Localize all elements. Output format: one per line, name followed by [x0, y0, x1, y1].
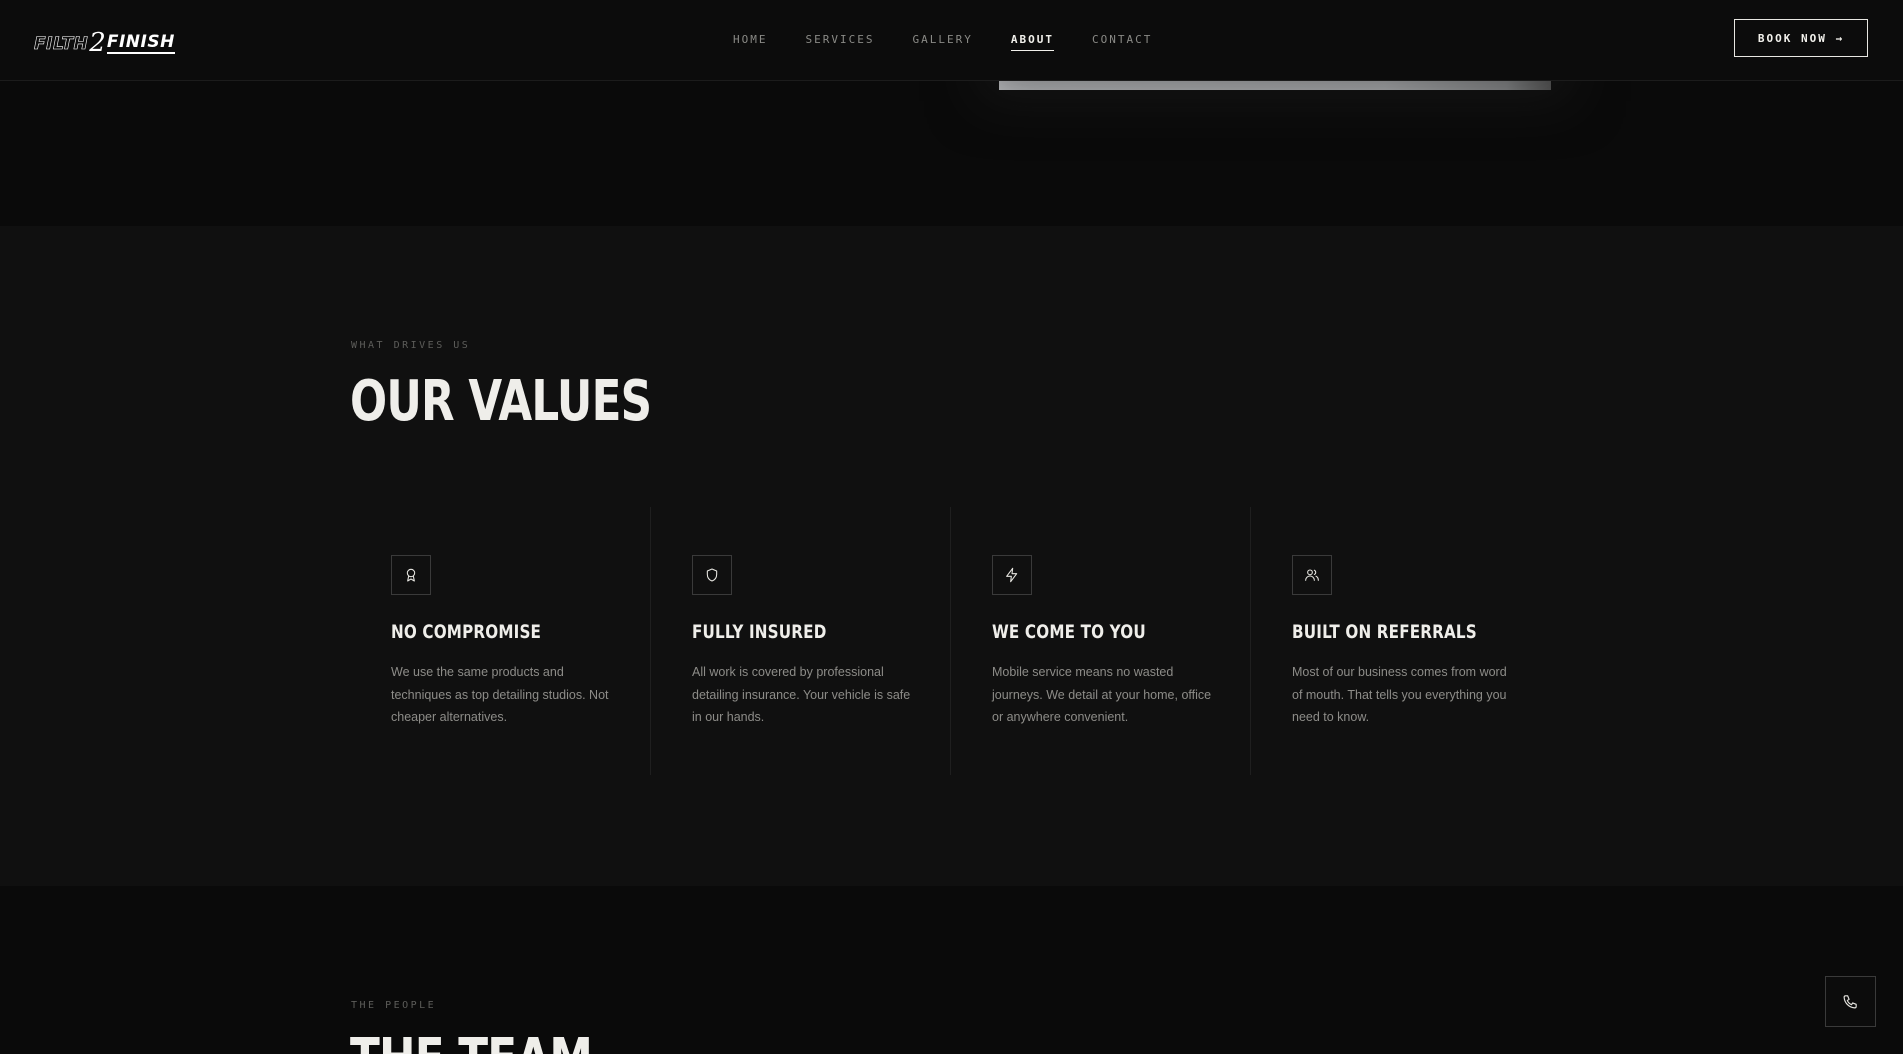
value-text: Most of our business comes from word of …	[1292, 665, 1507, 724]
nav-contact[interactable]: CONTACT	[1092, 33, 1152, 51]
team-eyebrow: THE PEOPLE	[351, 1000, 437, 1011]
site-header: FILTH 2 FINISH HOME SERVICES GALLERY ABO…	[0, 0, 1903, 81]
values-grid: NO COMPROMISE We use the same products a…	[350, 507, 1550, 775]
phone-call-button[interactable]	[1825, 976, 1876, 1027]
value-text: Mobile service means no wasted journeys.…	[992, 665, 1212, 724]
nav-about[interactable]: ABOUT	[1010, 33, 1054, 51]
values-title: OUR VALUES	[350, 369, 652, 434]
value-card-built-on-referrals: BUILT ON REFERRALS Most of our business …	[1250, 507, 1550, 775]
nav-home[interactable]: HOME	[733, 33, 768, 51]
users-icon	[1292, 555, 1332, 595]
award-icon	[391, 555, 431, 595]
nav-gallery[interactable]: GALLERY	[912, 33, 972, 51]
lightning-icon	[992, 555, 1032, 595]
value-title: FULLY INSURED	[692, 621, 827, 643]
team-section	[0, 886, 1903, 1054]
main-nav: HOME SERVICES GALLERY ABOUT CONTACT	[733, 33, 1190, 51]
shield-icon	[692, 555, 732, 595]
hero-image-strip	[999, 81, 1551, 90]
team-title: THE TEAM	[350, 1032, 593, 1054]
phone-icon	[1843, 995, 1857, 1009]
value-title: WE COME TO YOU	[992, 621, 1146, 643]
site-logo[interactable]: FILTH 2 FINISH	[34, 26, 175, 58]
values-eyebrow: WHAT DRIVES US	[351, 340, 471, 351]
value-text: All work is covered by professional deta…	[692, 665, 911, 724]
value-card-no-compromise: NO COMPROMISE We use the same products a…	[350, 507, 650, 775]
logo-text-filth: FILTH	[34, 34, 89, 55]
book-now-button[interactable]: BOOK NOW →	[1734, 19, 1868, 57]
logo-text-finish: FINISH	[106, 32, 175, 54]
nav-services[interactable]: SERVICES	[806, 33, 875, 51]
logo-text-2: 2	[89, 28, 106, 58]
value-card-fully-insured: FULLY INSURED All work is covered by pro…	[650, 507, 950, 775]
value-text: We use the same products and techniques …	[391, 665, 609, 724]
value-title: NO COMPROMISE	[391, 621, 542, 643]
value-card-we-come-to-you: WE COME TO YOU Mobile service means no w…	[950, 507, 1250, 775]
value-title: BUILT ON REFERRALS	[1292, 621, 1477, 643]
